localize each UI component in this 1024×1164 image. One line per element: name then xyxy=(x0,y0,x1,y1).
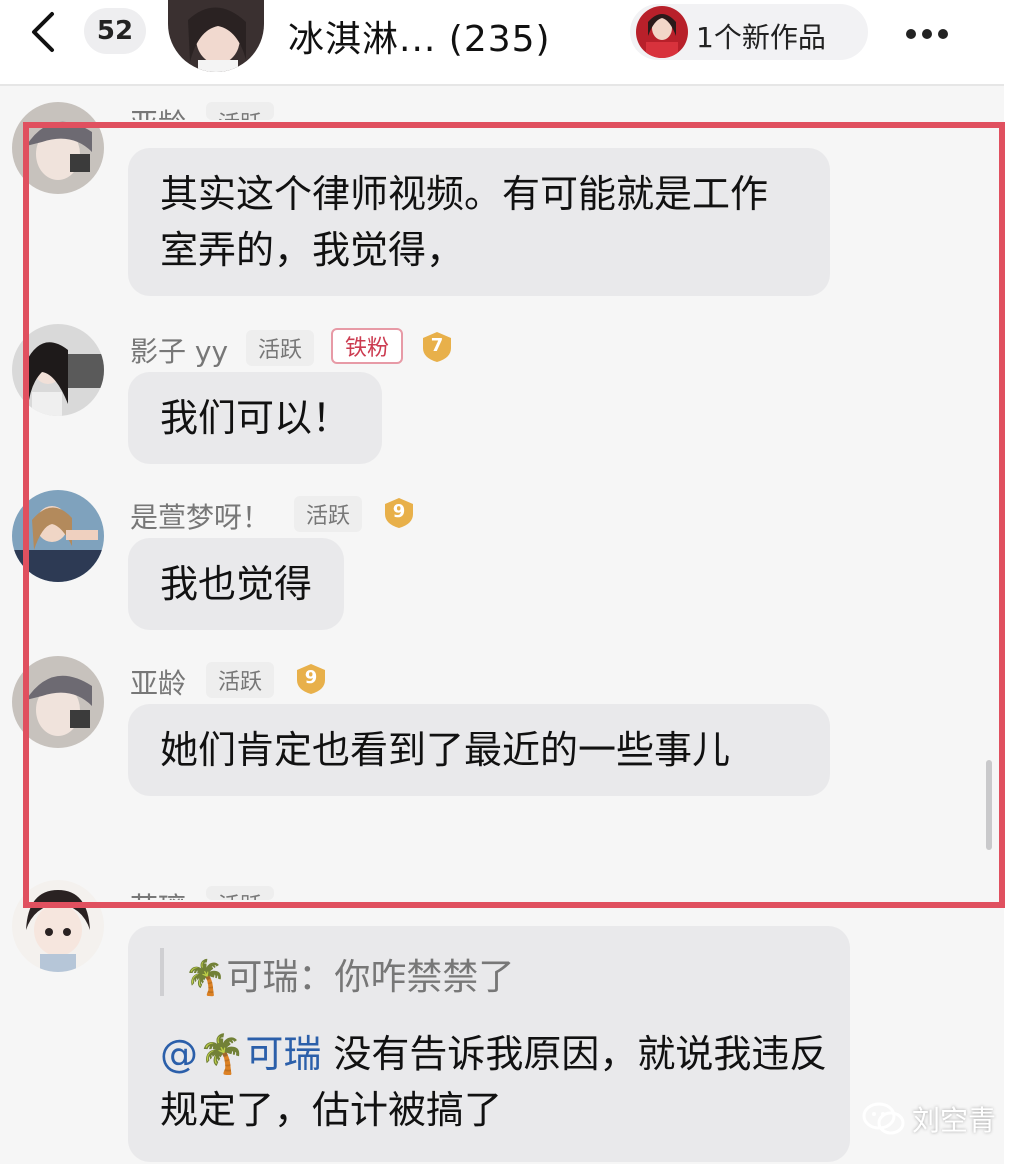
group-avatar[interactable] xyxy=(168,0,264,72)
quoted-author: 可瑞 xyxy=(226,957,299,998)
chat-header: 52 冰淇淋... (235) 1个新作品 xyxy=(0,0,1024,72)
palm-tree-icon: 🌴 xyxy=(184,958,227,998)
active-tag: 活跃 xyxy=(206,102,275,120)
quote-bar xyxy=(160,948,164,996)
sender-name: 亚龄 xyxy=(130,102,186,120)
quoted-message[interactable]: 🌴可瑞：你咋禁禁了 xyxy=(184,948,514,1000)
dot-icon xyxy=(922,29,932,39)
group-title[interactable]: 冰淇淋... (235) xyxy=(288,10,551,62)
dot-icon xyxy=(906,29,916,39)
quoted-text: 你咋禁禁了 xyxy=(334,957,515,998)
back-button[interactable] xyxy=(24,10,64,54)
watermark-text: 刘空青 xyxy=(912,1104,997,1137)
new-works-label: 1个新作品 xyxy=(696,21,826,54)
more-options-button[interactable] xyxy=(906,24,958,39)
new-works-button[interactable]: 1个新作品 xyxy=(630,4,868,60)
watermark: 刘空青 xyxy=(862,1096,1002,1142)
reply-text-block: @🌴可瑞 没有告诉我原因，就说我违反规定了，估计被搞了 xyxy=(160,1026,840,1138)
new-works-avatar xyxy=(636,6,688,58)
dot-icon xyxy=(938,29,948,39)
highlight-annotation-box xyxy=(23,122,1005,908)
reply-bubble[interactable]: 🌴可瑞：你咋禁禁了 @🌴可瑞 没有告诉我原因，就说我违反规定了，估计被搞了 xyxy=(128,926,850,1162)
wechat-icon xyxy=(862,1102,905,1135)
chevron-left-icon xyxy=(32,12,54,52)
mention-link[interactable]: @🌴可瑞 xyxy=(160,1032,321,1076)
unread-count-badge[interactable]: 52 xyxy=(84,8,146,54)
